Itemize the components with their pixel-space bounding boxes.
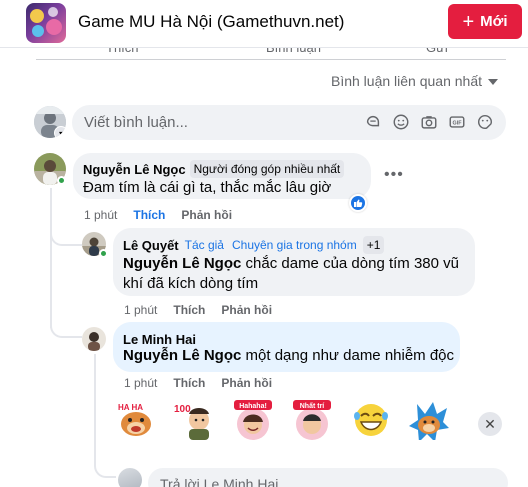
sticker-suggestions: HA HA 100 Hahaha! Nhất trí <box>114 398 451 442</box>
current-user-avatar[interactable] <box>118 468 142 487</box>
thread-connector <box>94 458 116 478</box>
chevron-down-icon[interactable]: ▾ <box>54 126 66 138</box>
reply-meta: 1 phút Thích Phản hồi <box>124 376 272 390</box>
dog-thumbs-up-sticker[interactable] <box>409 398 451 442</box>
svg-text:GIF: GIF <box>453 121 463 127</box>
sticker-text: 100 <box>174 404 191 415</box>
reply-link[interactable]: Phản hồi <box>181 208 232 222</box>
sort-label: Bình luận liên quan nhất <box>330 73 482 89</box>
mention-link[interactable]: Nguyễn Lê Ngọc <box>123 347 241 364</box>
hahaha-woman-sticker[interactable]: Hahaha! <box>232 398 274 440</box>
facebook-group-post-comments: Game MU Hà Nội (Gamethuvn.net) + Mới Thí… <box>0 0 528 487</box>
top-contributor-badge[interactable]: Người đóng góp nhiều nhất <box>189 160 345 178</box>
new-post-button[interactable]: + Mới <box>448 4 522 39</box>
online-status-dot <box>57 176 66 185</box>
reply-text-body: một dạng như dame nhiễm độc <box>241 347 455 364</box>
comment-input-placeholder: Viết bình luận... <box>84 114 188 131</box>
nhat-tri-man-sticker[interactable]: Nhất trí <box>291 398 333 440</box>
thread-connector <box>50 230 82 246</box>
group-expert-tag[interactable]: Chuyên gia trong nhóm <box>232 238 357 252</box>
like-reaction-icon[interactable] <box>349 194 367 212</box>
reply-bubble-highlighted: Le Minh Hai Nguyễn Lê Ngọc một dạng như … <box>113 322 460 372</box>
reply-time[interactable]: 1 phút <box>124 376 157 390</box>
reply-header: Lê Quyết Tác giả Chuyên gia trong nhóm +… <box>123 236 385 254</box>
comment-input[interactable]: Viết bình luận... GIF <box>72 105 506 140</box>
reply-time[interactable]: 1 phút <box>124 303 157 317</box>
avatar-sticker-icon[interactable] <box>364 113 382 131</box>
sticker-text: Nhất trí <box>300 402 326 410</box>
like-link[interactable]: Thích <box>173 376 205 390</box>
reply-text: Nguyễn Lê Ngọc chắc dame của dòng tím 38… <box>123 254 468 294</box>
more-badges[interactable]: +1 <box>362 236 385 254</box>
comment-author[interactable]: Nguyễn Lê Ngọc <box>83 162 186 177</box>
reply-bubble: Lê Quyết Tác giả Chuyên gia trong nhóm +… <box>113 228 475 296</box>
haha-dog-sticker[interactable]: HA HA <box>114 398 156 440</box>
thread-connector <box>50 320 82 338</box>
caret-down-icon <box>488 79 498 85</box>
sticker-text: Hahaha! <box>239 403 267 410</box>
comment-sort-dropdown[interactable]: Bình luận liên quan nhất <box>331 73 498 89</box>
laughing-face-sticker[interactable] <box>350 398 392 440</box>
comment-time[interactable]: 1 phút <box>84 208 117 222</box>
top-bar: Game MU Hà Nội (Gamethuvn.net) + Mới <box>0 0 528 48</box>
like-link[interactable]: Thích <box>173 303 205 317</box>
more-options-icon[interactable]: ••• <box>384 166 404 184</box>
sticker-text: HA HA <box>118 403 143 412</box>
mention-link[interactable]: Nguyễn Lê Ngọc <box>123 255 241 272</box>
reply-author[interactable]: Lê Quyết <box>123 238 179 253</box>
author-tag[interactable]: Tác giả <box>185 238 224 252</box>
camera-icon[interactable] <box>420 113 438 131</box>
comment-bubble: Nguyễn Lê Ngọc Người đóng góp nhiều nhất… <box>73 153 371 199</box>
composer-tools: GIF <box>364 113 494 131</box>
thread-line <box>94 354 96 458</box>
group-title[interactable]: Game MU Hà Nội (Gamethuvn.net) <box>78 12 344 32</box>
group-logo[interactable] <box>26 3 66 43</box>
comment-header: Nguyễn Lê Ngọc Người đóng góp nhiều nhất <box>83 160 345 178</box>
close-icon[interactable]: ✕ <box>478 412 502 436</box>
reply-author[interactable]: Le Minh Hai <box>123 332 196 347</box>
avatar-photo <box>82 327 106 351</box>
reply-link[interactable]: Phản hồi <box>221 376 272 390</box>
reply-avatar[interactable] <box>82 327 106 351</box>
gif-icon[interactable]: GIF <box>448 113 466 131</box>
new-button-label: Mới <box>480 13 508 30</box>
comment-text: Đam tím là cái gì ta, thắc mắc lâu giờ <box>83 179 332 196</box>
current-user-avatar[interactable]: ▾ <box>34 106 66 138</box>
hundred-man-sticker[interactable]: 100 <box>173 398 215 440</box>
reply-input-placeholder: Trả lời Le Minh Hai <box>160 476 279 487</box>
reply-text: Nguyễn Lê Ngọc một dạng như dame nhiễm đ… <box>123 346 454 366</box>
reply-input[interactable]: Trả lời Le Minh Hai <box>148 468 508 487</box>
thread-line <box>50 188 52 328</box>
reply-link[interactable]: Phản hồi <box>221 303 272 317</box>
reply-meta: 1 phút Thích Phản hồi <box>124 303 272 317</box>
sticker-icon[interactable] <box>476 113 494 131</box>
like-link[interactable]: Thích <box>133 208 165 222</box>
emoji-icon[interactable] <box>392 113 410 131</box>
plus-icon: + <box>462 10 475 33</box>
comment-meta: 1 phút Thích Phản hồi <box>84 208 232 222</box>
online-status-dot <box>99 249 108 258</box>
